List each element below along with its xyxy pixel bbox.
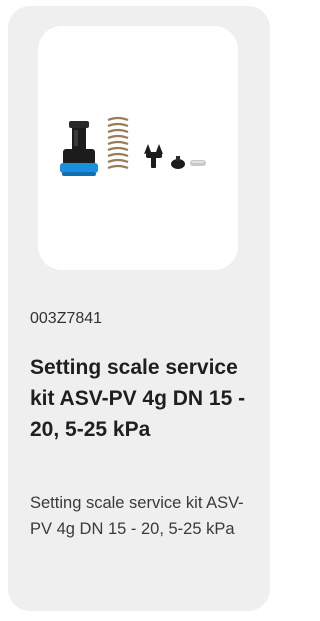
product-image-tile[interactable] xyxy=(38,26,238,270)
knob-part-icon xyxy=(171,156,185,169)
product-sku: 003Z7841 xyxy=(30,310,103,327)
product-card[interactable]: 003Z7841 Setting scale service kit ASV-P… xyxy=(8,6,270,611)
spindle-part-icon xyxy=(144,144,163,168)
setting-head-part-icon xyxy=(60,121,98,176)
product-title[interactable]: Setting scale service kit ASV-PV 4g DN 1… xyxy=(30,352,248,445)
spring-part-icon xyxy=(107,116,129,170)
washer-part-icon xyxy=(190,160,206,166)
product-description: Setting scale service kit ASV-PV 4g DN 1… xyxy=(30,494,244,538)
